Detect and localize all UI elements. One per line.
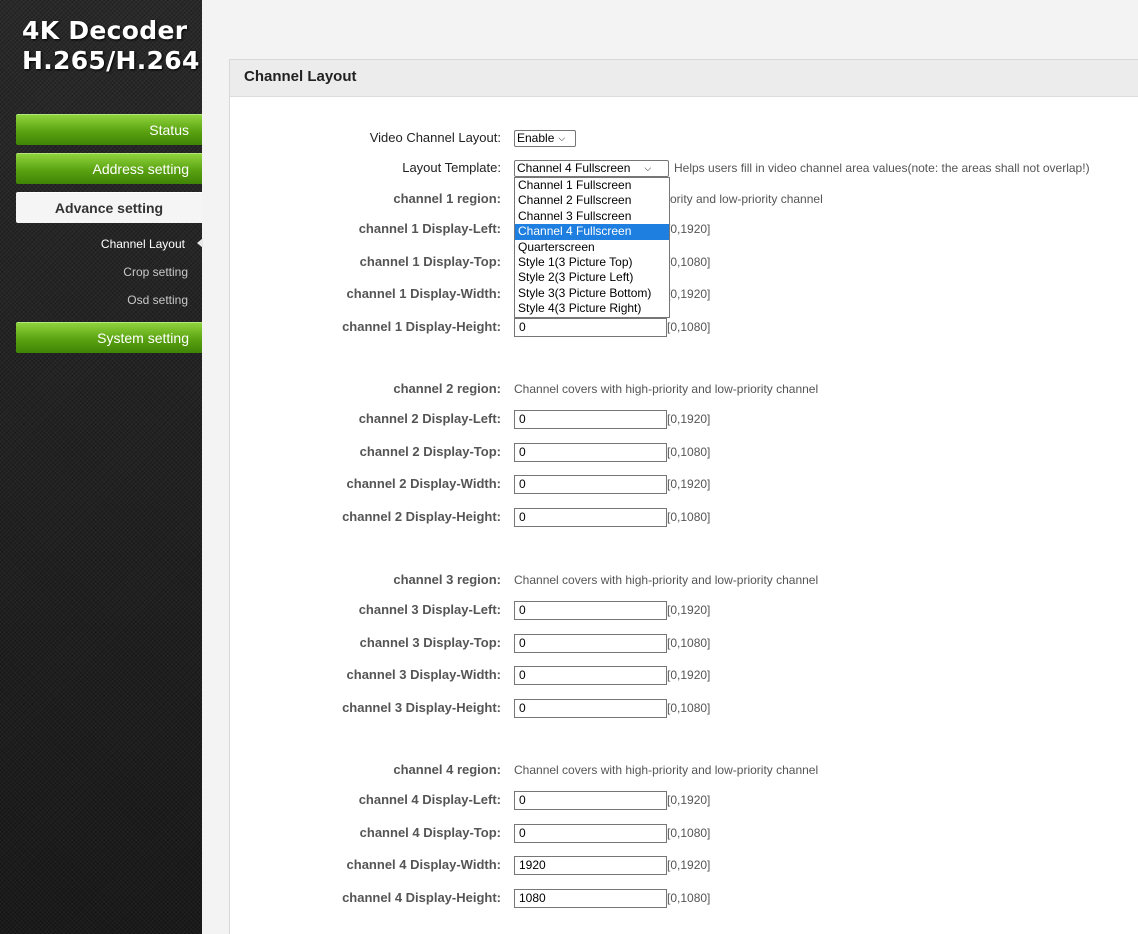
channel-left-input[interactable]: 0	[514, 791, 667, 810]
channel-region-note: Channel covers with high-priority and lo…	[514, 573, 819, 587]
nav-address-setting[interactable]: Address setting	[16, 153, 202, 184]
channel-width-label: channel 3 Display-Width:	[346, 667, 501, 682]
dropdown-option[interactable]: Channel 1 Fullscreen	[515, 178, 669, 193]
channel-region-label: channel 3 region:	[393, 572, 501, 587]
channel-width-label: channel 2 Display-Width:	[346, 476, 501, 491]
channel-top-label: channel 2 Display-Top:	[359, 444, 501, 459]
chevron-down-icon: ⌵	[644, 163, 652, 173]
page-title: Channel Layout	[230, 60, 1138, 97]
nav-system-setting[interactable]: System setting	[16, 322, 202, 353]
channel-height-range: [0,1080]	[667, 701, 711, 715]
active-pointer-icon	[197, 238, 203, 248]
layout-template-dropdown[interactable]: Channel 1 Fullscreen Channel 2 Fullscreen…	[514, 177, 670, 318]
channel-height-input[interactable]: 0	[514, 699, 667, 718]
channel-left-label: channel 1 Display-Left:	[358, 221, 501, 236]
channel-left-label: channel 3 Display-Left:	[358, 602, 501, 617]
channel-height-label: channel 2 Display-Height:	[342, 509, 501, 524]
video-layout-value: Enable	[517, 131, 555, 145]
video-layout-label: Video Channel Layout:	[369, 130, 501, 145]
channel-width-input[interactable]: 0	[514, 475, 667, 494]
channel-height-range: [0,1080]	[667, 510, 711, 524]
main-panel: Channel Layout Video Channel Layout: Ena…	[229, 59, 1138, 934]
channel-top-input[interactable]: 0	[514, 443, 667, 462]
channel-width-range: [0,1920]	[667, 668, 711, 682]
channel-height-input[interactable]: 1080	[514, 889, 667, 908]
dropdown-option[interactable]: Style 4(3 Picture Right)	[515, 301, 669, 316]
dropdown-option[interactable]: Channel 3 Fullscreen	[515, 209, 669, 224]
channel-width-label: channel 1 Display-Width:	[346, 286, 501, 301]
layout-template-select[interactable]: Channel 4 Fullscreen ⌵	[514, 160, 669, 177]
channel-top-range: [0,1080]	[667, 826, 711, 840]
subnav-crop-setting[interactable]: Crop setting	[123, 265, 188, 279]
channel-width-range: [0,1920]	[667, 858, 711, 872]
sidebar: 4K Decoder H.265/H.264 Status Address se…	[0, 0, 203, 934]
channel-top-label: channel 4 Display-Top:	[359, 825, 501, 840]
channel-height-range: [0,1080]	[667, 891, 711, 905]
channel-left-input[interactable]: 0	[514, 601, 667, 620]
channel-top-label: channel 3 Display-Top:	[359, 635, 501, 650]
channel-region-note: Channel covers with high-priority and lo…	[514, 382, 819, 396]
channel-region-label: channel 1 region:	[393, 191, 501, 206]
channel-left-label: channel 4 Display-Left:	[358, 792, 501, 807]
dropdown-option[interactable]: Style 2(3 Picture Left)	[515, 270, 669, 285]
nav-status[interactable]: Status	[16, 114, 202, 145]
dropdown-option[interactable]: Channel 2 Fullscreen	[515, 193, 669, 208]
channel-width-range: [0,1920]	[667, 287, 711, 301]
dropdown-option[interactable]: Channel 4 Fullscreen	[515, 224, 669, 240]
channel-region-label: channel 4 region:	[393, 762, 501, 777]
channel-height-label: channel 4 Display-Height:	[342, 890, 501, 905]
channel-top-input[interactable]: 0	[514, 824, 667, 843]
app-logo: 4K Decoder H.265/H.264	[22, 16, 200, 76]
channel-top-label: channel 1 Display-Top:	[359, 254, 501, 269]
dropdown-option[interactable]: Quarterscreen	[515, 240, 669, 255]
channel-region-note: ority and low-priority channel	[670, 192, 823, 206]
channel-height-label: channel 3 Display-Height:	[342, 700, 501, 715]
channel-top-range: [0,1080]	[667, 445, 711, 459]
channel-width-input[interactable]: 0	[514, 666, 667, 685]
channel-left-range: [0,1920]	[667, 222, 711, 236]
logo-line1: 4K Decoder	[22, 16, 188, 45]
channel-height-range: [0,1080]	[667, 320, 711, 334]
logo-line2: H.265/H.264	[22, 46, 200, 75]
dropdown-option[interactable]: Style 3(3 Picture Bottom)	[515, 286, 669, 301]
nav-advance-setting[interactable]: Advance setting	[16, 192, 202, 223]
channel-region-note: Channel covers with high-priority and lo…	[514, 763, 819, 777]
chevron-down-icon: ⌵	[558, 133, 566, 143]
channel-height-label: channel 1 Display-Height:	[342, 319, 501, 334]
channel-width-label: channel 4 Display-Width:	[346, 857, 501, 872]
channel-left-input[interactable]: 0	[514, 410, 667, 429]
channel-top-input[interactable]: 0	[514, 634, 667, 653]
channel-left-label: channel 2 Display-Left:	[358, 411, 501, 426]
channel-left-range: [0,1920]	[667, 793, 711, 807]
video-layout-select[interactable]: Enable ⌵	[514, 130, 576, 147]
channel-top-range: [0,1080]	[667, 636, 711, 650]
channel-height-input[interactable]: 0	[514, 508, 667, 527]
channel-width-range: [0,1920]	[667, 477, 711, 491]
channel-left-range: [0,1920]	[667, 603, 711, 617]
layout-template-help: Helps users fill in video channel area v…	[674, 161, 1090, 175]
channel-left-range: [0,1920]	[667, 412, 711, 426]
channel-top-range: [0,1080]	[667, 255, 711, 269]
channel-region-label: channel 2 region:	[393, 381, 501, 396]
channel-height-input[interactable]: 0	[514, 318, 667, 337]
layout-template-label: Layout Template:	[402, 160, 501, 175]
subnav-osd-setting[interactable]: Osd setting	[127, 293, 188, 307]
layout-template-value: Channel 4 Fullscreen	[517, 161, 631, 175]
channel-width-input[interactable]: 1920	[514, 856, 667, 875]
dropdown-option[interactable]: Style 1(3 Picture Top)	[515, 255, 669, 270]
subnav-channel-layout[interactable]: Channel Layout	[101, 237, 185, 251]
